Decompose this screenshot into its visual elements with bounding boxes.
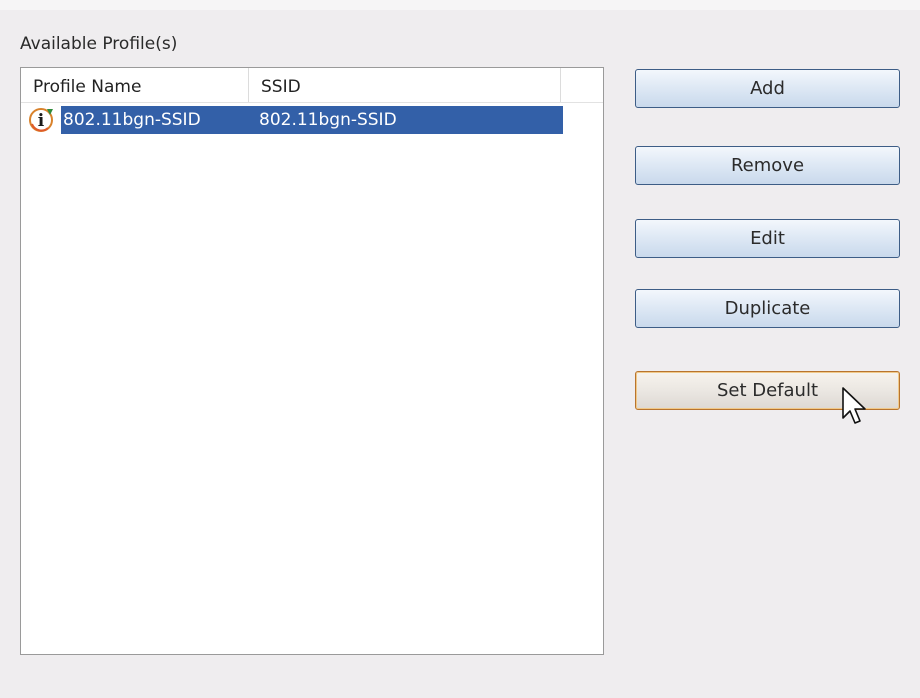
cell-ssid: 802.11bgn-SSID [259,110,397,130]
table-row[interactable]: i 802.11bgn-SSID 802.11bgn-SSID [23,106,563,134]
remove-button[interactable]: Remove [635,146,900,185]
edit-button[interactable]: Edit [635,219,900,258]
available-profiles-label: Available Profile(s) [20,34,178,54]
cell-profile-name: 802.11bgn-SSID [63,110,201,130]
svg-text:i: i [38,111,45,131]
profile-list[interactable]: Profile Name SSID i 802.11bgn-SSID 802.1… [20,67,604,655]
column-header-ssid[interactable]: SSID [249,68,561,102]
profile-list-header: Profile Name SSID [21,68,603,103]
duplicate-button[interactable]: Duplicate [635,289,900,328]
column-header-profile-name[interactable]: Profile Name [21,68,249,102]
default-profile-icon: i [29,108,53,132]
mouse-pointer-icon [842,387,866,424]
top-band [0,0,920,10]
add-button[interactable]: Add [635,69,900,108]
